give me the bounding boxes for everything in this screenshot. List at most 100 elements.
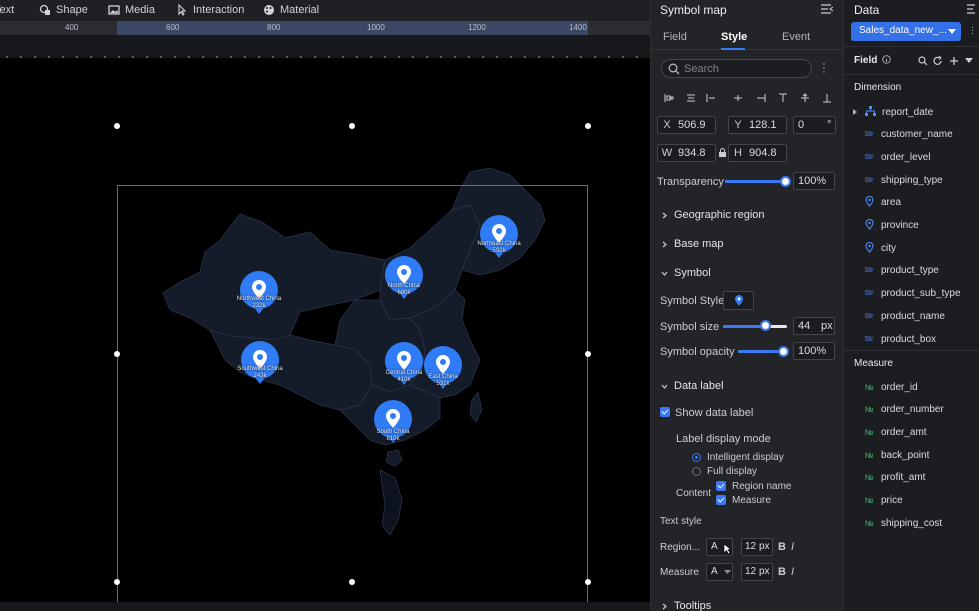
- dimension-field-product_box[interactable]: Str product_box: [863, 332, 937, 346]
- x-position-field[interactable]: X 506.9: [657, 116, 716, 134]
- info-icon[interactable]: [882, 55, 891, 64]
- intelligent-display-radio[interactable]: [692, 453, 701, 462]
- symbol-size-slider-knob[interactable]: [760, 320, 771, 331]
- symbol-opacity-slider-knob[interactable]: [778, 346, 789, 357]
- resize-handle-right[interactable]: [585, 351, 591, 357]
- symbol-size-field[interactable]: 44 px: [793, 317, 835, 335]
- canvas-area[interactable]: Northwest China 232k North China 680k Northe…: [0, 58, 650, 611]
- lock-ratio-icon[interactable]: [718, 148, 727, 158]
- measure-field-order_number[interactable]: № order_number: [863, 403, 944, 417]
- align-bottom-icon[interactable]: [822, 93, 832, 103]
- section-geographic-region[interactable]: Geographic region: [661, 209, 765, 221]
- measure-field-price[interactable]: № price: [863, 494, 903, 508]
- chevron-down-icon: [661, 271, 668, 276]
- align-vertical-icon[interactable]: [756, 93, 766, 103]
- caret-down-icon[interactable]: [965, 58, 973, 64]
- measure-label: Measure: [732, 495, 771, 506]
- dataset-more-icon[interactable]: · · ·: [971, 23, 976, 38]
- resize-handle-top-left[interactable]: [114, 123, 120, 129]
- measure-field-profit_amt[interactable]: № profit_amt: [863, 471, 926, 485]
- add-icon[interactable]: [949, 56, 959, 66]
- measure-text-style-label: Measure: [660, 567, 699, 578]
- refresh-icon[interactable]: [933, 56, 943, 66]
- section-symbol[interactable]: Symbol: [661, 267, 711, 279]
- toolbar-interaction[interactable]: Interaction: [176, 4, 244, 16]
- measure-bold-button[interactable]: B: [778, 566, 786, 578]
- field-name: product_box: [881, 333, 937, 345]
- align-top-icon[interactable]: [778, 93, 788, 103]
- app-root: Text Shape Media Interaction Material 40…: [0, 0, 979, 611]
- horizontal-ruler[interactable]: 400 600 800 1000 1200 1400: [0, 21, 650, 35]
- dimension-field-customer_name[interactable]: Str customer_name: [863, 128, 953, 142]
- measure-font-color-a: A: [711, 566, 718, 577]
- collapse-panel-icon[interactable]: [821, 4, 833, 14]
- transparency-slider-knob[interactable]: [780, 176, 791, 187]
- region-name-checkbox[interactable]: [716, 481, 726, 491]
- alignment-toolbar: [660, 93, 835, 105]
- region-font-size-field[interactable]: 12 px: [741, 538, 773, 556]
- measure-field-order_amt[interactable]: № order_amt: [863, 425, 927, 439]
- measure-field-shipping_cost[interactable]: № shipping_cost: [863, 516, 942, 530]
- dimension-field-product_sub_type[interactable]: Str product_sub_type: [863, 287, 961, 301]
- resize-handle-bottom[interactable]: [349, 579, 355, 585]
- align-middle-icon[interactable]: [800, 93, 810, 103]
- tab-event[interactable]: Event: [782, 31, 810, 43]
- measure-checkbox[interactable]: [716, 495, 726, 505]
- resize-handle-top[interactable]: [349, 123, 355, 129]
- full-display-radio[interactable]: [692, 467, 701, 476]
- resize-handle-top-right[interactable]: [585, 123, 591, 129]
- section-data-label[interactable]: Data label: [661, 380, 724, 392]
- dimension-field-order_level[interactable]: Str order_level: [863, 150, 931, 164]
- search-icon[interactable]: [918, 56, 928, 66]
- resize-handle-bottom-left[interactable]: [114, 579, 120, 585]
- toolbar-material[interactable]: Material: [263, 4, 319, 16]
- section-tooltips[interactable]: Tooltips: [661, 600, 711, 611]
- measure-italic-button[interactable]: I: [791, 566, 794, 578]
- toolbar-text[interactable]: Text: [0, 4, 14, 16]
- rotation-field[interactable]: 0 °: [793, 116, 836, 134]
- dimension-field-shipping_type[interactable]: Str shipping_type: [863, 173, 943, 187]
- active-tab-indicator: [721, 48, 745, 50]
- region-bold-button[interactable]: B: [778, 541, 786, 553]
- width-field[interactable]: W 934.8: [657, 144, 716, 162]
- align-center-horizontal-icon[interactable]: [686, 93, 696, 103]
- transparency-value-field[interactable]: 100%: [793, 172, 835, 190]
- resize-handle-bottom-right[interactable]: [585, 579, 591, 585]
- measure-font-size-field[interactable]: 12 px: [741, 563, 773, 581]
- align-left-icon[interactable]: [664, 93, 674, 103]
- region-italic-button[interactable]: I: [791, 541, 794, 553]
- expand-arrow-icon[interactable]: [853, 109, 858, 115]
- show-data-label-checkbox[interactable]: [660, 407, 670, 417]
- measure-field-order_id[interactable]: № order_id: [863, 380, 918, 394]
- symbol-style-picker[interactable]: [723, 291, 754, 310]
- style-search-input[interactable]: Search: [661, 59, 812, 78]
- dimension-field-report_date[interactable]: report_date: [853, 105, 933, 119]
- more-options-icon[interactable]: · · ·: [821, 59, 827, 78]
- toolbar-media[interactable]: Media: [108, 4, 155, 16]
- section-base-map[interactable]: Base map: [661, 238, 724, 250]
- toolbar-shape[interactable]: Shape: [39, 4, 88, 16]
- dimension-field-province[interactable]: province: [863, 218, 919, 233]
- dimension-field-product_name[interactable]: Str product_name: [863, 309, 945, 323]
- collapse-data-panel-icon[interactable]: [967, 4, 977, 14]
- dimension-field-area[interactable]: area: [863, 196, 901, 210]
- field-name: shipping_type: [881, 174, 943, 186]
- distribute-horizontal-icon[interactable]: [733, 93, 743, 103]
- field-name: city: [881, 242, 896, 254]
- y-position-field[interactable]: Y 128.1: [728, 116, 787, 134]
- symbol-opacity-field[interactable]: 100%: [793, 342, 835, 360]
- height-field[interactable]: H 904.8: [728, 144, 787, 162]
- tab-style[interactable]: Style: [721, 31, 747, 43]
- dimension-field-product_type[interactable]: Str product_type: [863, 264, 939, 278]
- dataset-select[interactable]: Sales_data_new_...: [851, 22, 961, 41]
- measure-font-color-picker[interactable]: A: [706, 563, 733, 581]
- align-right-icon[interactable]: [706, 93, 716, 103]
- measure-field-back_point[interactable]: № back_point: [863, 448, 930, 462]
- resize-handle-left[interactable]: [114, 351, 120, 357]
- selected-chart-frame[interactable]: [117, 185, 588, 611]
- shape-icon: [39, 4, 51, 16]
- search-icon: [668, 63, 680, 75]
- tab-field[interactable]: Field: [663, 31, 687, 43]
- dimension-field-city[interactable]: city: [863, 241, 896, 255]
- region-font-color-picker[interactable]: A: [706, 538, 733, 556]
